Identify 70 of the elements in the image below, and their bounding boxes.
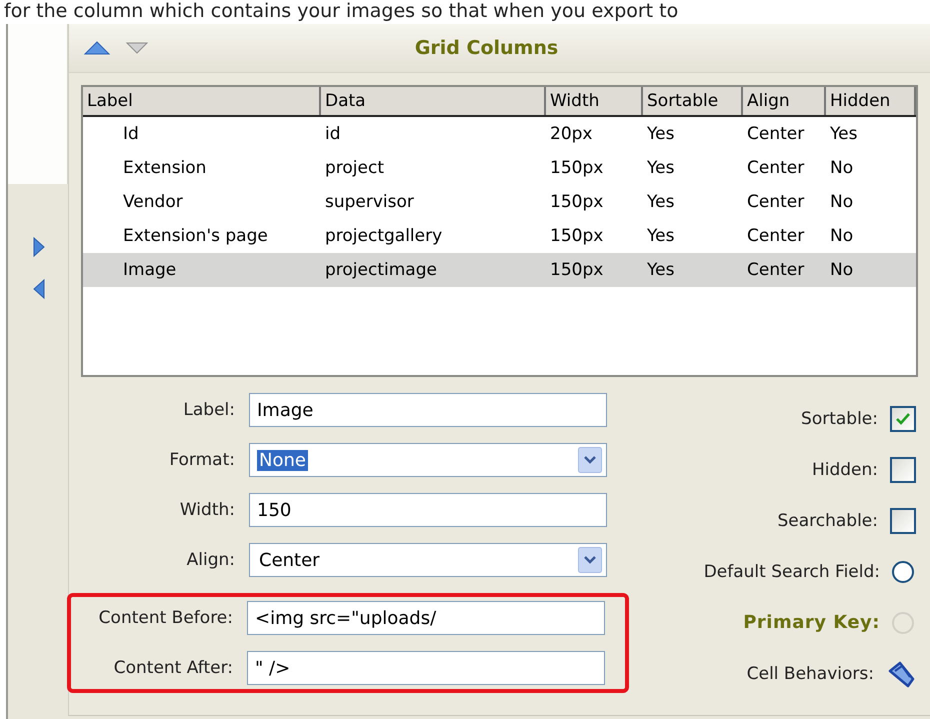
table-row[interactable]: Extension project 150px Yes Center No (83, 151, 916, 185)
table-cell-text: No (829, 259, 854, 282)
text-field[interactable]: Image (249, 393, 607, 427)
table-row[interactable]: Vendor supervisor 150px Yes Center No (83, 185, 916, 219)
table-cell-text: 150px (549, 225, 604, 248)
option-label: Hidden: (812, 460, 878, 480)
table-row[interactable]: Id id 20px Yes Center Yes (83, 117, 916, 151)
table-cell-text: projectimage (324, 259, 438, 282)
table-cell-text: 150px (549, 191, 604, 214)
table-cell-text: Extension's page (122, 225, 269, 248)
table-cell-text: project (324, 157, 386, 180)
table-cell-text: supervisor (324, 191, 415, 214)
column-header[interactable]: Label (83, 87, 321, 115)
table-cell-text: Vendor (122, 191, 184, 214)
right-arrow-icon[interactable] (32, 236, 46, 258)
table-cell-text: 150px (549, 157, 604, 180)
panel-title: Grid Columns (414, 37, 560, 59)
text-field[interactable]: 150 (249, 493, 607, 527)
table-cell-text: No (829, 225, 854, 248)
table-cell-text: Yes (646, 191, 676, 214)
option-label: Cell Behaviors: (746, 664, 874, 684)
column-header[interactable]: Width (546, 87, 643, 115)
option-label: Default Search Field: (704, 562, 880, 582)
field-label: Content After: (112, 658, 234, 678)
option-label: Sortable: (801, 408, 878, 428)
table-cell-text: Image (122, 259, 178, 282)
table-cell-text: 20px (549, 123, 594, 146)
table-cell-text: No (829, 191, 854, 214)
checkbox[interactable] (890, 406, 916, 432)
table-cell-text: 150px (549, 259, 604, 282)
table-cell-text: Center (746, 157, 806, 180)
table-cell-text: Extension (122, 157, 208, 180)
dropdown-field[interactable]: Center (249, 543, 607, 577)
column-header[interactable]: Align (743, 87, 826, 115)
column-header[interactable]: Data (321, 87, 546, 115)
radio-button[interactable] (892, 560, 914, 582)
dropdown-field[interactable]: None (249, 443, 607, 477)
caption-text: for the column which contains your images so that when you export to (3, 0, 680, 22)
text-field[interactable]: " /> (247, 651, 605, 685)
field-label: Label: (182, 400, 236, 420)
paper-clip-icon[interactable] (886, 658, 916, 688)
table-cell-text: Yes (646, 123, 676, 146)
table-cell-text: Center (746, 225, 806, 248)
table-cell-text: Center (746, 191, 806, 214)
option-label: Primary Key: (743, 612, 880, 633)
field-label: Content Before: (98, 608, 234, 628)
left-arrow-icon[interactable] (32, 278, 46, 300)
up-arrow-icon[interactable] (83, 40, 111, 56)
column-header[interactable]: Sortable (643, 87, 743, 115)
table-cell-text: Center (746, 259, 806, 282)
field-label: Width: (178, 500, 236, 520)
table-cell-text: Id (122, 123, 140, 146)
table-cell-text: Center (746, 123, 806, 146)
column-header[interactable]: Hidden (826, 87, 916, 115)
field-label: Align: (186, 550, 236, 570)
checkbox[interactable] (890, 508, 916, 534)
option-label: Searchable: (777, 510, 878, 530)
table-cell-text: Yes (646, 225, 676, 248)
checkbox[interactable] (890, 456, 916, 482)
table-cell-text: Yes (646, 259, 676, 282)
table-row[interactable]: Extension's page projectgallery 150px Yes Center No (83, 219, 916, 253)
down-arrow-icon[interactable] (125, 41, 149, 55)
table-cell-text: Yes (646, 157, 676, 180)
table-cell-text: id (324, 123, 342, 146)
table-cell-text: Yes (829, 123, 858, 146)
field-label: Format: (168, 450, 236, 470)
table-row[interactable]: Image projectimage 150px Yes Center No (83, 253, 916, 287)
table-cell-text: No (829, 157, 854, 180)
table-cell-text: projectgallery (324, 225, 444, 248)
text-field[interactable]: <img src="uploads/ (247, 601, 605, 635)
